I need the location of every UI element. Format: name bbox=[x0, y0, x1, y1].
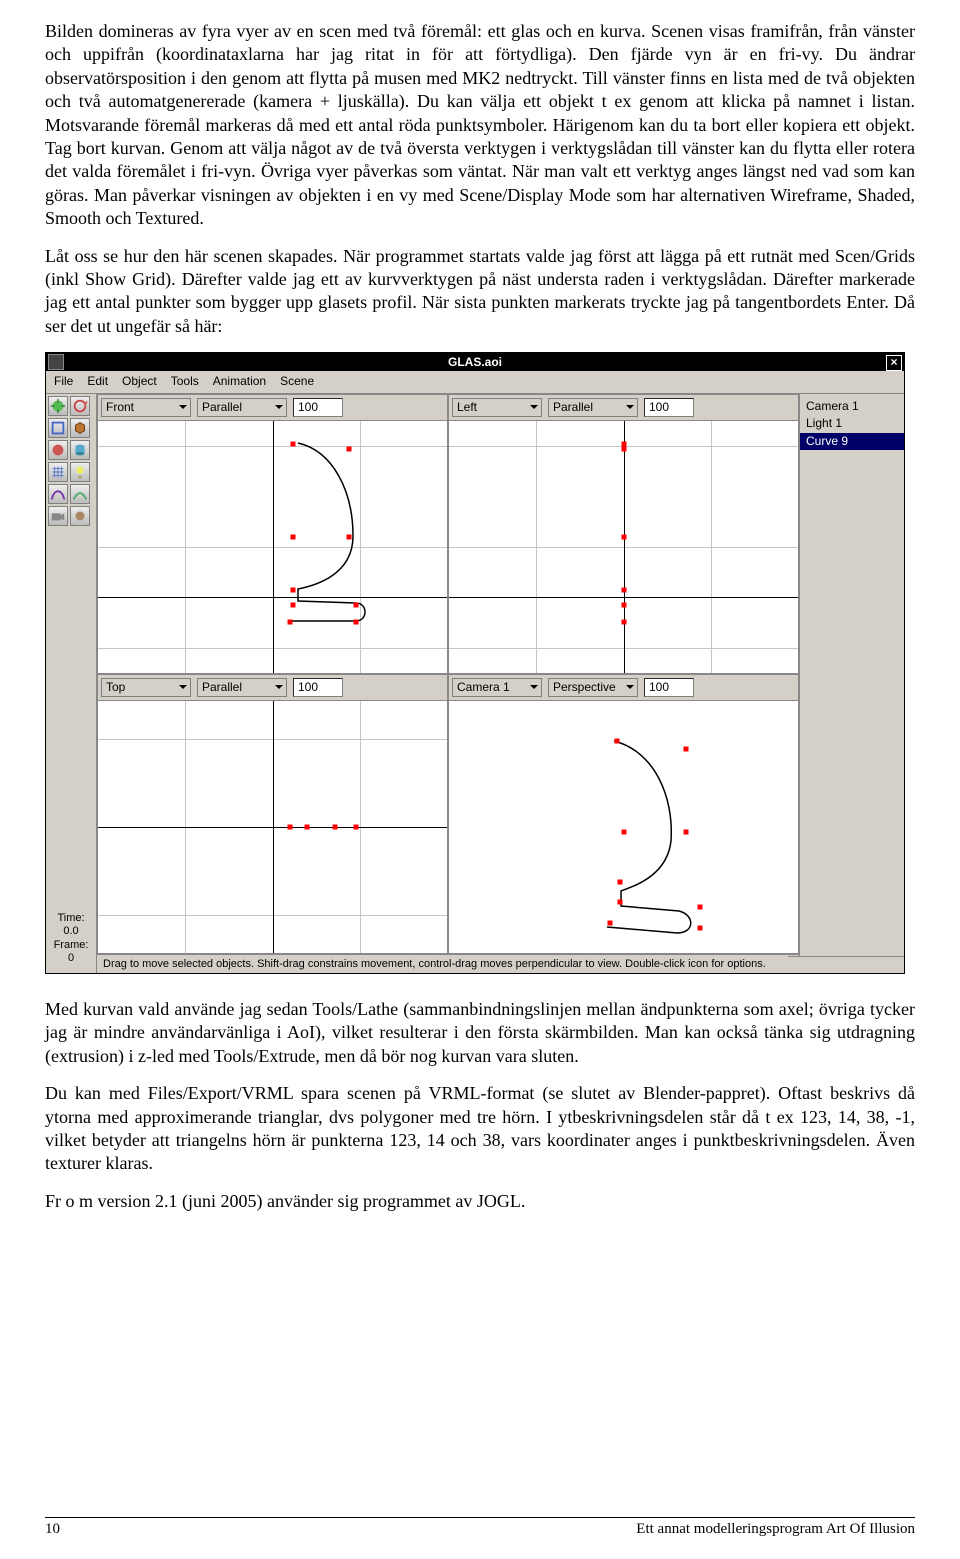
menu-object[interactable]: Object bbox=[122, 374, 157, 390]
viewport-left: Left Parallel 100 bbox=[448, 394, 799, 674]
menu-tools[interactable]: Tools bbox=[171, 374, 199, 390]
tool-curve1-icon[interactable] bbox=[48, 484, 68, 504]
vp0-view-drop[interactable]: Front bbox=[101, 398, 191, 418]
status-text: Drag to move selected objects. Shift-dra… bbox=[103, 957, 766, 971]
menu-file[interactable]: File bbox=[54, 374, 73, 390]
vp1-zoom[interactable]: 100 bbox=[644, 398, 694, 418]
vp2-zoom[interactable]: 100 bbox=[293, 678, 343, 698]
tool-sphere-icon[interactable] bbox=[48, 440, 68, 460]
frame-value: 0 bbox=[48, 952, 94, 965]
vp3-canvas[interactable] bbox=[449, 701, 798, 952]
viewport-top: Top Parallel 100 bbox=[97, 674, 448, 954]
window-title: GLAS.aoi bbox=[46, 353, 904, 371]
menubar: File Edit Object Tools Animation Scene bbox=[46, 371, 904, 394]
vp0-zoom[interactable]: 100 bbox=[293, 398, 343, 418]
tool-rotate-icon[interactable] bbox=[70, 396, 90, 416]
sys-menu-icon[interactable] bbox=[48, 354, 64, 370]
menu-edit[interactable]: Edit bbox=[87, 374, 108, 390]
vp1-view-drop[interactable]: Left bbox=[452, 398, 542, 418]
object-item-camera[interactable]: Camera 1 bbox=[800, 398, 904, 416]
paragraph-4: Du kan med Files/Export/VRML spara scene… bbox=[45, 1082, 915, 1176]
tool-other-icon[interactable] bbox=[70, 506, 90, 526]
footer-title: Ett annat modelleringsprogram Art Of Ill… bbox=[636, 1520, 915, 1540]
tool-light-icon[interactable] bbox=[70, 462, 90, 482]
time-panel: Time: 0.0 Frame: 0 bbox=[48, 912, 94, 971]
vp3-zoom[interactable]: 100 bbox=[644, 678, 694, 698]
object-item-light[interactable]: Light 1 bbox=[800, 415, 904, 433]
page-number: 10 bbox=[45, 1520, 60, 1540]
object-scrollbar[interactable] bbox=[788, 956, 904, 973]
toolbar: Time: 0.0 Frame: 0 bbox=[46, 394, 97, 973]
close-icon[interactable]: × bbox=[886, 355, 902, 371]
viewport-front: Front Parallel 100 bbox=[97, 394, 448, 674]
frame-label: Frame: bbox=[48, 939, 94, 952]
object-list: Camera 1 Light 1 Curve 9 bbox=[799, 394, 904, 973]
vp0-canvas[interactable] bbox=[98, 421, 447, 672]
menu-animation[interactable]: Animation bbox=[213, 374, 266, 390]
time-label: Time: bbox=[48, 912, 94, 925]
tool-move-icon[interactable] bbox=[48, 396, 68, 416]
viewport-camera: Camera 1 Perspective 100 bbox=[448, 674, 799, 954]
tool-scale-icon[interactable] bbox=[48, 418, 68, 438]
vp3-proj-drop[interactable]: Perspective bbox=[548, 678, 638, 698]
vp2-canvas[interactable] bbox=[98, 701, 447, 952]
menu-scene[interactable]: Scene bbox=[280, 374, 314, 390]
tool-cube-icon[interactable] bbox=[70, 418, 90, 438]
vp2-proj-drop[interactable]: Parallel bbox=[197, 678, 287, 698]
tool-cylinder-icon[interactable] bbox=[70, 440, 90, 460]
paragraph-5: Fr o m version 2.1 (juni 2005) använder … bbox=[45, 1190, 915, 1213]
vp2-view-drop[interactable]: Top bbox=[101, 678, 191, 698]
tool-mesh-icon[interactable] bbox=[48, 462, 68, 482]
vp1-proj-drop[interactable]: Parallel bbox=[548, 398, 638, 418]
tool-camera-icon[interactable] bbox=[48, 506, 68, 526]
app-window: GLAS.aoi × File Edit Object Tools Animat… bbox=[45, 352, 905, 974]
page-footer: 10 Ett annat modelleringsprogram Art Of … bbox=[45, 1517, 915, 1540]
paragraph-2: Låt oss se hur den här scenen skapades. … bbox=[45, 245, 915, 339]
tool-curve2-icon[interactable] bbox=[70, 484, 90, 504]
vp0-proj-drop[interactable]: Parallel bbox=[197, 398, 287, 418]
object-item-curve[interactable]: Curve 9 bbox=[800, 433, 904, 451]
title-bar[interactable]: GLAS.aoi × bbox=[46, 353, 904, 371]
status-bar: Drag to move selected objects. Shift-dra… bbox=[97, 954, 799, 973]
paragraph-1: Bilden domineras av fyra vyer av en scen… bbox=[45, 20, 915, 231]
paragraph-3: Med kurvan vald använde jag sedan Tools/… bbox=[45, 998, 915, 1068]
vp1-canvas[interactable] bbox=[449, 421, 798, 672]
time-value: 0.0 bbox=[48, 925, 94, 938]
vp3-view-drop[interactable]: Camera 1 bbox=[452, 678, 542, 698]
